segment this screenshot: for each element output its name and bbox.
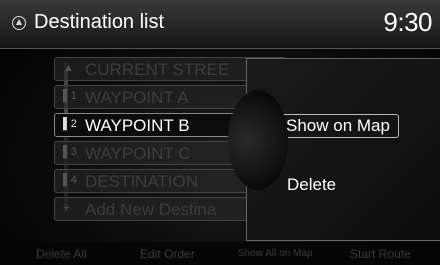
knob-dial-graphic	[228, 90, 288, 190]
list-item-label: WAYPOINT A	[85, 88, 189, 107]
waypoint-icon: ▌2	[63, 118, 77, 130]
show-all-on-map-button[interactable]: Show All on Map	[238, 248, 313, 259]
plus-icon: +	[63, 202, 70, 214]
bottom-menu-bar: Delete All Edit Order Show All on Map St…	[0, 242, 440, 265]
list-item-label: Add New Destina	[85, 200, 217, 219]
location-icon: ▲	[63, 62, 74, 74]
destination-list-screen: Destination list 9:30 ▲ CURRENT STREE ▌1…	[0, 0, 440, 265]
delete-button[interactable]: Delete	[287, 175, 336, 195]
clock: 9:30	[383, 7, 432, 37]
header-bar: Destination list 9:30	[0, 0, 440, 49]
waypoint-icon: ▌1	[63, 90, 77, 102]
navigation-icon	[12, 16, 26, 30]
delete-all-button[interactable]: Delete All	[36, 247, 87, 261]
show-on-map-button[interactable]: Show on Map	[277, 114, 399, 138]
list-item-label: DESTINATION	[85, 172, 199, 191]
list-item-label: WAYPOINT C	[85, 144, 191, 163]
waypoint-icon: ▌3	[63, 146, 77, 158]
destination-icon: ▌4	[63, 174, 77, 186]
start-route-button[interactable]: Start Route	[350, 247, 411, 261]
list-item-label: WAYPOINT B	[85, 116, 190, 135]
edit-order-button[interactable]: Edit Order	[140, 247, 195, 261]
page-title: Destination list	[34, 11, 165, 33]
list-item-label: CURRENT STREE	[85, 60, 230, 79]
